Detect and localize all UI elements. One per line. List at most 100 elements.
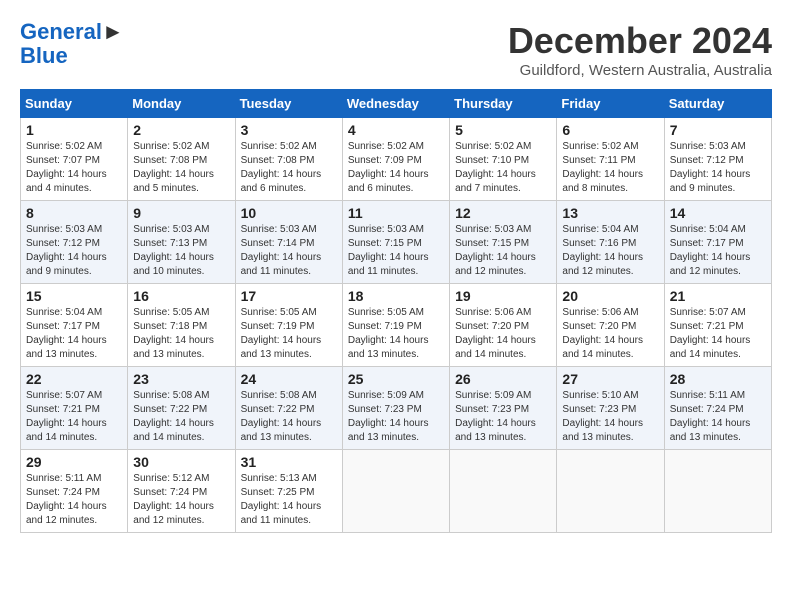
calendar-day-cell: 16Sunrise: 5:05 AM Sunset: 7:18 PM Dayli… xyxy=(128,284,235,367)
day-number: 8 xyxy=(26,205,122,221)
col-thursday: Thursday xyxy=(450,90,557,118)
col-monday: Monday xyxy=(128,90,235,118)
day-info: Sunrise: 5:05 AM Sunset: 7:19 PM Dayligh… xyxy=(241,306,337,362)
calendar-day-cell: 12Sunrise: 5:03 AM Sunset: 7:15 PM Dayli… xyxy=(450,201,557,284)
day-info: Sunrise: 5:10 AM Sunset: 7:23 PM Dayligh… xyxy=(562,389,658,445)
calendar-day-cell: 4 Sunrise: 5:02 AM Sunset: 7:09 PM Daylig… xyxy=(342,118,449,201)
calendar-day-cell: 18 Sunrise: 5:05 AM Sunset: 7:19 PM Dayli… xyxy=(342,284,449,367)
day-info: Sunrise: 5:08 AM Sunset: 7:22 PM Dayligh… xyxy=(241,389,337,445)
day-number: 23 xyxy=(133,371,229,387)
day-number: 19 xyxy=(455,288,551,304)
calendar-day-cell: 27Sunrise: 5:10 AM Sunset: 7:23 PM Dayli… xyxy=(557,367,664,450)
day-number: 10 xyxy=(241,205,337,221)
calendar-day-cell: 30 Sunrise: 5:12 AM Sunset: 7:24 PM Dayli… xyxy=(128,450,235,533)
day-number: 6 xyxy=(562,122,658,138)
col-tuesday: Tuesday xyxy=(235,90,342,118)
day-number: 12 xyxy=(455,205,551,221)
calendar-week-row: 22 Sunrise: 5:07 AM Sunset: 7:21 PM Dayli… xyxy=(21,367,772,450)
day-number: 4 xyxy=(348,122,444,138)
calendar-day-cell: 5 Sunrise: 5:02 AM Sunset: 7:10 PM Daylig… xyxy=(450,118,557,201)
calendar-day-cell: 13 Sunrise: 5:04 AM Sunset: 7:16 PM Dayli… xyxy=(557,201,664,284)
day-info: Sunrise: 5:06 AM Sunset: 7:20 PM Dayligh… xyxy=(562,306,658,362)
calendar-day-cell: 7 Sunrise: 5:03 AM Sunset: 7:12 PM Daylig… xyxy=(664,118,771,201)
day-info: Sunrise: 5:05 AM Sunset: 7:19 PM Dayligh… xyxy=(348,306,444,362)
calendar-week-row: 8 Sunrise: 5:03 AM Sunset: 7:12 PM Daylig… xyxy=(21,201,772,284)
day-number: 1 xyxy=(26,122,122,138)
day-number: 9 xyxy=(133,205,229,221)
day-number: 5 xyxy=(455,122,551,138)
day-info: Sunrise: 5:02 AM Sunset: 7:08 PM Dayligh… xyxy=(241,140,337,196)
day-info: Sunrise: 5:05 AM Sunset: 7:18 PM Dayligh… xyxy=(133,306,229,362)
day-number: 22 xyxy=(26,371,122,387)
day-number: 7 xyxy=(670,122,766,138)
day-info: Sunrise: 5:11 AM Sunset: 7:24 PM Dayligh… xyxy=(670,389,766,445)
day-number: 21 xyxy=(670,288,766,304)
calendar-day-cell xyxy=(557,450,664,533)
calendar-table: Sunday Monday Tuesday Wednesday Thursday… xyxy=(20,89,772,533)
day-info: Sunrise: 5:02 AM Sunset: 7:07 PM Dayligh… xyxy=(26,140,122,196)
day-info: Sunrise: 5:07 AM Sunset: 7:21 PM Dayligh… xyxy=(26,389,122,445)
day-info: Sunrise: 5:08 AM Sunset: 7:22 PM Dayligh… xyxy=(133,389,229,445)
month-title: December 2024 xyxy=(508,20,772,62)
day-info: Sunrise: 5:02 AM Sunset: 7:10 PM Dayligh… xyxy=(455,140,551,196)
calendar-day-cell: 25 Sunrise: 5:09 AM Sunset: 7:23 PM Dayli… xyxy=(342,367,449,450)
col-sunday: Sunday xyxy=(21,90,128,118)
calendar-day-cell: 8 Sunrise: 5:03 AM Sunset: 7:12 PM Daylig… xyxy=(21,201,128,284)
calendar-week-row: 15Sunrise: 5:04 AM Sunset: 7:17 PM Dayli… xyxy=(21,284,772,367)
calendar-day-cell xyxy=(450,450,557,533)
calendar-day-cell: 20 Sunrise: 5:06 AM Sunset: 7:20 PM Dayli… xyxy=(557,284,664,367)
calendar-day-cell: 17 Sunrise: 5:05 AM Sunset: 7:19 PM Dayli… xyxy=(235,284,342,367)
day-number: 26 xyxy=(455,371,551,387)
day-number: 2 xyxy=(133,122,229,138)
day-number: 31 xyxy=(241,454,337,470)
col-wednesday: Wednesday xyxy=(342,90,449,118)
day-number: 3 xyxy=(241,122,337,138)
col-friday: Friday xyxy=(557,90,664,118)
logo-text-2: Blue xyxy=(20,44,124,68)
calendar-day-cell: 28 Sunrise: 5:11 AM Sunset: 7:24 PM Dayli… xyxy=(664,367,771,450)
calendar-day-cell: 14Sunrise: 5:04 AM Sunset: 7:17 PM Dayli… xyxy=(664,201,771,284)
logo-text: General► xyxy=(20,20,124,44)
day-info: Sunrise: 5:02 AM Sunset: 7:09 PM Dayligh… xyxy=(348,140,444,196)
day-info: Sunrise: 5:03 AM Sunset: 7:14 PM Dayligh… xyxy=(241,223,337,279)
calendar-day-cell: 9 Sunrise: 5:03 AM Sunset: 7:13 PM Daylig… xyxy=(128,201,235,284)
day-number: 18 xyxy=(348,288,444,304)
day-number: 14 xyxy=(670,205,766,221)
day-number: 20 xyxy=(562,288,658,304)
day-info: Sunrise: 5:02 AM Sunset: 7:08 PM Dayligh… xyxy=(133,140,229,196)
calendar-day-cell: 29 Sunrise: 5:11 AM Sunset: 7:24 PM Dayli… xyxy=(21,450,128,533)
day-number: 29 xyxy=(26,454,122,470)
calendar-day-cell: 3 Sunrise: 5:02 AM Sunset: 7:08 PM Daylig… xyxy=(235,118,342,201)
day-info: Sunrise: 5:11 AM Sunset: 7:24 PM Dayligh… xyxy=(26,472,122,528)
day-number: 30 xyxy=(133,454,229,470)
calendar-day-cell: 11Sunrise: 5:03 AM Sunset: 7:15 PM Dayli… xyxy=(342,201,449,284)
calendar-day-cell: 31Sunrise: 5:13 AM Sunset: 7:25 PM Dayli… xyxy=(235,450,342,533)
day-number: 17 xyxy=(241,288,337,304)
calendar-day-cell: 6Sunrise: 5:02 AM Sunset: 7:11 PM Daylig… xyxy=(557,118,664,201)
day-info: Sunrise: 5:04 AM Sunset: 7:16 PM Dayligh… xyxy=(562,223,658,279)
col-saturday: Saturday xyxy=(664,90,771,118)
day-info: Sunrise: 5:03 AM Sunset: 7:12 PM Dayligh… xyxy=(26,223,122,279)
location: Guildford, Western Australia, Australia xyxy=(508,62,772,79)
calendar-day-cell: 19Sunrise: 5:06 AM Sunset: 7:20 PM Dayli… xyxy=(450,284,557,367)
day-info: Sunrise: 5:03 AM Sunset: 7:13 PM Dayligh… xyxy=(133,223,229,279)
day-number: 24 xyxy=(241,371,337,387)
day-info: Sunrise: 5:12 AM Sunset: 7:24 PM Dayligh… xyxy=(133,472,229,528)
calendar-day-cell xyxy=(342,450,449,533)
calendar-day-cell: 24 Sunrise: 5:08 AM Sunset: 7:22 PM Dayli… xyxy=(235,367,342,450)
day-info: Sunrise: 5:07 AM Sunset: 7:21 PM Dayligh… xyxy=(670,306,766,362)
day-number: 15 xyxy=(26,288,122,304)
day-info: Sunrise: 5:03 AM Sunset: 7:12 PM Dayligh… xyxy=(670,140,766,196)
calendar-week-row: 29 Sunrise: 5:11 AM Sunset: 7:24 PM Dayli… xyxy=(21,450,772,533)
day-info: Sunrise: 5:09 AM Sunset: 7:23 PM Dayligh… xyxy=(348,389,444,445)
day-number: 13 xyxy=(562,205,658,221)
calendar-day-cell: 21 Sunrise: 5:07 AM Sunset: 7:21 PM Dayli… xyxy=(664,284,771,367)
calendar-day-cell xyxy=(664,450,771,533)
day-number: 28 xyxy=(670,371,766,387)
calendar-header-row: Sunday Monday Tuesday Wednesday Thursday… xyxy=(21,90,772,118)
logo: General► Blue xyxy=(20,20,124,68)
calendar-day-cell: 10 Sunrise: 5:03 AM Sunset: 7:14 PM Dayli… xyxy=(235,201,342,284)
calendar-day-cell: 26Sunrise: 5:09 AM Sunset: 7:23 PM Dayli… xyxy=(450,367,557,450)
page-header: General► Blue December 2024 Guildford, W… xyxy=(20,20,772,79)
day-number: 25 xyxy=(348,371,444,387)
